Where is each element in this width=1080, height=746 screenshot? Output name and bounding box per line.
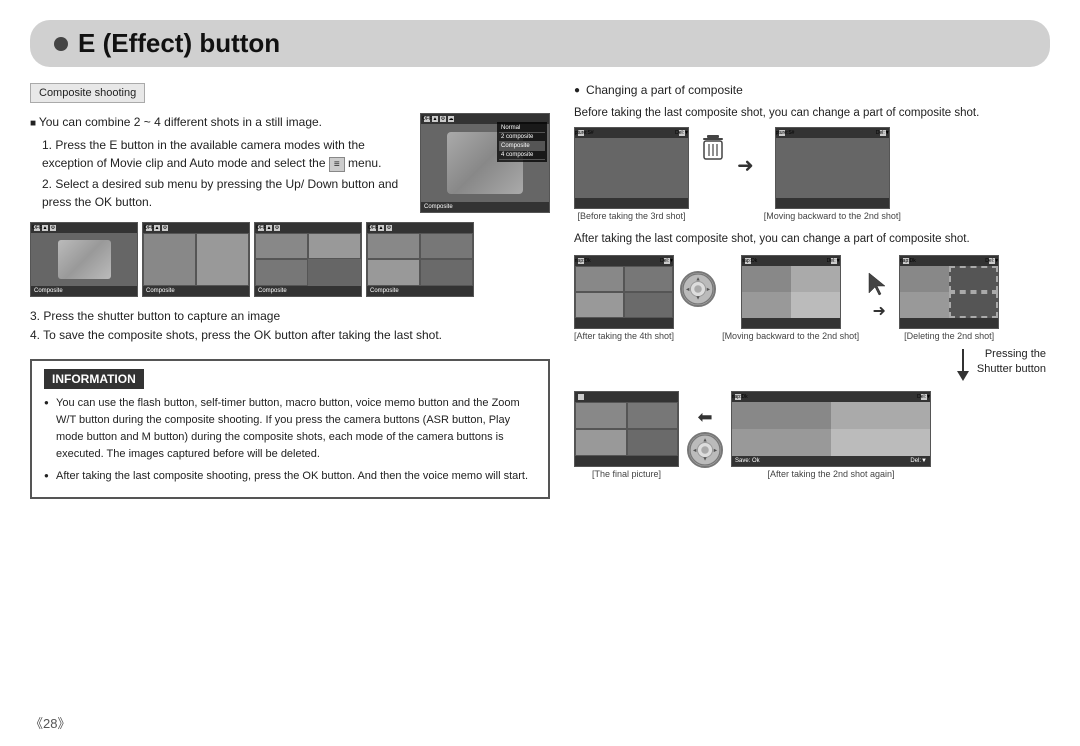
before-3rd-label: [Before taking the 3rd shot] xyxy=(577,211,685,221)
composite-img-4: OFF▲⚙ Composite xyxy=(366,222,474,297)
svg-text:▲: ▲ xyxy=(702,437,708,443)
arrow-left: ⬅ xyxy=(697,407,712,428)
after-2nd-again-label: [After taking the 2nd shot again] xyxy=(767,469,894,479)
trash-icon xyxy=(699,133,727,165)
main-camera-image: OFF ▲ ⚙ ☁ Normal 2 composite Composite 4… xyxy=(420,113,550,213)
svg-text:►: ► xyxy=(713,448,719,454)
after-desc: After taking the last composite shot, yo… xyxy=(574,231,1050,249)
arrow-down-icon xyxy=(953,349,973,385)
trash-icon-area xyxy=(699,133,727,165)
cursor-icon xyxy=(865,271,893,299)
move-back-2nd-label-2: [Moving backward to the 2nd shot] xyxy=(722,331,859,341)
composite-img-1: OFF▲⚙ Composite xyxy=(30,222,138,297)
info-bullet-2: After taking the last composite shooting… xyxy=(44,468,536,485)
step-4: 4. To save the composite shots, press th… xyxy=(30,326,550,345)
move-back-2nd-item: Capture:S#Del:▼ [Moving backward to the … xyxy=(764,127,901,221)
final-pic-item: [The final picture] xyxy=(574,391,679,479)
row-final: [The final picture] ⬅ ▲ ▼ ◄ ► xyxy=(574,391,1050,479)
final-pic-cam xyxy=(574,391,679,467)
arrow-right-1: ➜ xyxy=(737,153,754,178)
move-back-2nd-cam: Capture:S#Del:▼ xyxy=(775,127,890,209)
move-back-2nd-cam-2: Snap:DkDel:▼ xyxy=(741,255,841,329)
svg-text:▲: ▲ xyxy=(695,276,701,282)
row-before-3rd: Capture:S#Del:▼ [Before taking the 3rd s… xyxy=(574,127,1050,221)
changing-title: Changing a part of composite xyxy=(574,83,1050,97)
title-bar: E (Effect) button xyxy=(30,20,1050,67)
nav-wheel-icon: ▲ ▼ ◄ ► xyxy=(680,271,716,307)
composite-tag: Composite shooting xyxy=(30,83,145,103)
deleting-2nd-cam: Snap:DkDel:▼ xyxy=(899,255,999,329)
final-pic-label: [The final picture] xyxy=(592,469,661,479)
composite-img-3: OFF▲⚙ Composite xyxy=(254,222,362,297)
nav-icon-area: ▲ ▼ ◄ ► xyxy=(680,271,716,307)
pressing-note-area: Pressing the Shutter button xyxy=(574,345,1050,385)
right-column: Changing a part of composite Before taki… xyxy=(574,83,1050,499)
after-2nd-again-cam: Snap:DkDel:▼ Save: OkDel:▼ xyxy=(731,391,931,467)
info-bullet-1: You can use the flash button, self-timer… xyxy=(44,395,536,463)
before-3rd-item: Capture:S#Del:▼ [Before taking the 3rd s… xyxy=(574,127,689,221)
info-text: You can use the flash button, self-timer… xyxy=(44,395,536,484)
move-back-2nd-label: [Moving backward to the 2nd shot] xyxy=(764,211,901,221)
svg-text:◄: ◄ xyxy=(685,287,691,293)
cursor-icon-area: ➜ xyxy=(865,271,893,321)
main-content: Composite shooting OFF ▲ ⚙ ☁ Normal xyxy=(30,83,1050,499)
menu-overlay: Normal 2 composite Composite 4 composite xyxy=(497,122,547,162)
after-4th-cam: Snap:DkDel:▼ xyxy=(574,255,674,329)
row-after-4th: Snap:DkDel:▼ [After taking the 4th shot] xyxy=(574,255,1050,341)
deleting-2nd-item: Snap:DkDel:▼ [Deleting the 2nd shot] xyxy=(899,255,999,341)
title-bullet xyxy=(54,37,68,51)
composite-images-row: OFF▲⚙ Composite OFF▲⚙ Composite OFF▲⚙ xyxy=(30,222,550,297)
svg-text:◄: ◄ xyxy=(692,448,698,454)
composite-img-2: OFF▲⚙ Composite xyxy=(142,222,250,297)
pressing-note: Pressing the Shutter button xyxy=(977,347,1050,378)
nav-icon-area-2: ⬅ ▲ ▼ ◄ ► xyxy=(687,407,723,468)
info-title: INFORMATION xyxy=(44,369,144,389)
steps-3-4: 3. Press the shutter button to capture a… xyxy=(30,307,550,345)
information-box: INFORMATION You can use the flash button… xyxy=(30,359,550,498)
after-2nd-again-item: Snap:DkDel:▼ Save: OkDel:▼ [After taking… xyxy=(731,391,931,479)
step-3: 3. Press the shutter button to capture a… xyxy=(30,307,550,326)
page-number: 《28》 xyxy=(30,713,70,732)
before-3rd-cam: Capture:S#Del:▼ xyxy=(574,127,689,209)
svg-text:►: ► xyxy=(706,287,712,293)
left-column: Composite shooting OFF ▲ ⚙ ☁ Normal xyxy=(30,83,550,499)
svg-text:▼: ▼ xyxy=(695,295,701,301)
nav-wheel-icon-2: ▲ ▼ ◄ ► xyxy=(687,432,723,468)
page: E (Effect) button Composite shooting OFF… xyxy=(0,0,1080,746)
changing-desc: Before taking the last composite shot, y… xyxy=(574,105,1050,123)
menu-icon: ≡ xyxy=(329,157,345,172)
deleting-2nd-label: [Deleting the 2nd shot] xyxy=(904,331,994,341)
after-4th-label: [After taking the 4th shot] xyxy=(574,331,674,341)
arrow-right-2: ➜ xyxy=(872,301,885,321)
page-title: E (Effect) button xyxy=(78,28,280,59)
after-4th-item: Snap:DkDel:▼ [After taking the 4th shot] xyxy=(574,255,674,341)
move-back-2nd-item-2: Snap:DkDel:▼ [Moving backward to the 2nd… xyxy=(722,255,859,341)
svg-text:▼: ▼ xyxy=(702,456,708,462)
